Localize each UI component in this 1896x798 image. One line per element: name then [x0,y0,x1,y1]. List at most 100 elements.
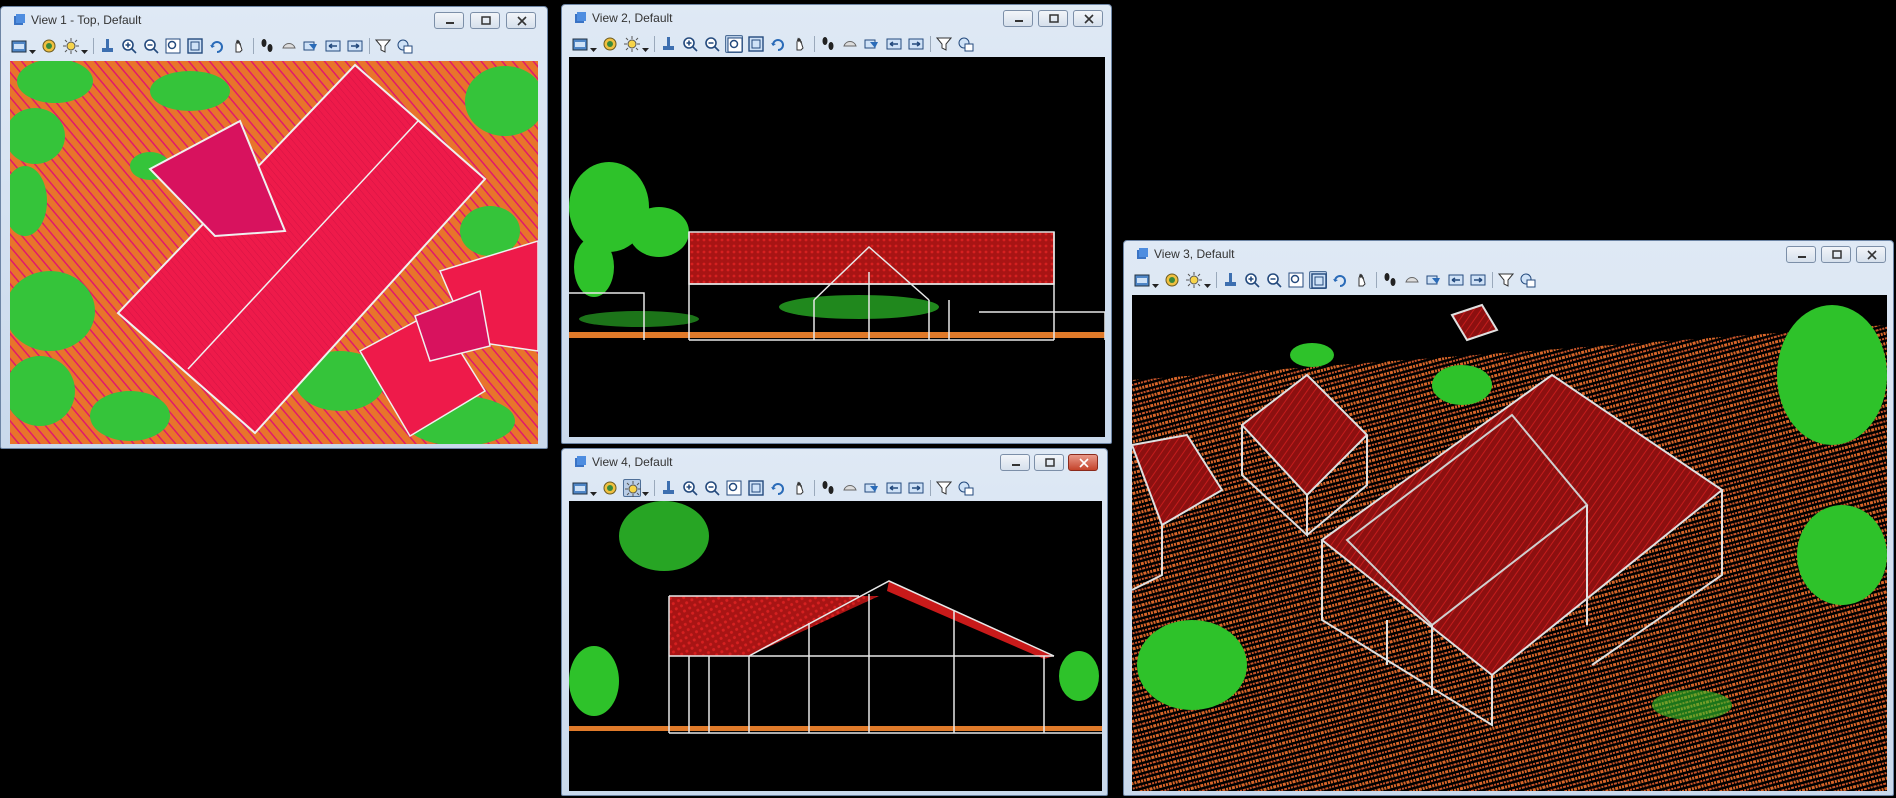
close-button[interactable] [1068,454,1098,471]
window-area-button[interactable] [725,35,743,53]
change-view-perspective-button[interactable] [841,35,859,53]
next-view-button[interactable] [907,35,925,53]
view-display-mode-button[interactable] [601,479,619,497]
view-filter-button[interactable] [374,37,392,55]
view4-viewport[interactable] [569,501,1102,791]
next-view-button[interactable] [907,479,925,497]
view-display-mode-button[interactable] [1163,271,1181,289]
change-view-perspective-button[interactable] [280,37,298,55]
zoom-out-button[interactable] [1265,271,1283,289]
window-area-icon [727,37,743,53]
rotate-view-button[interactable] [769,479,787,497]
previous-view-button[interactable] [1447,271,1465,289]
clip-volume-button[interactable] [1221,271,1239,289]
window-area-button[interactable] [164,37,182,55]
next-view-button[interactable] [346,37,364,55]
change-view-perspective-button[interactable] [841,479,859,497]
zoom-out-button[interactable] [703,35,721,53]
copy-view-button[interactable] [1425,271,1443,289]
minimize-button[interactable] [1003,10,1033,27]
view-filter-button[interactable] [935,35,953,53]
dropdown-arrow-icon[interactable] [29,42,36,54]
pan-view-button[interactable] [791,479,809,497]
zoom-out-button[interactable] [142,37,160,55]
minimize-button[interactable] [1786,246,1816,263]
dropdown-arrow-icon[interactable] [1204,276,1211,288]
walk-button[interactable] [819,479,837,497]
close-button[interactable] [506,12,536,29]
pan-view-button[interactable] [1353,271,1371,289]
view3-titlebar[interactable]: View 3, Default [1124,241,1893,267]
dropdown-arrow-icon[interactable] [590,40,597,52]
zoom-in-button[interactable] [681,479,699,497]
zoom-in-button[interactable] [1243,271,1261,289]
fit-view-button[interactable] [186,37,204,55]
maximize-button[interactable] [1038,10,1068,27]
view-groups-button[interactable] [1519,271,1537,289]
view-filter-icon [375,39,391,53]
view2-viewport[interactable] [569,57,1105,437]
previous-view-button[interactable] [324,37,342,55]
zoom-out-icon [705,37,720,52]
view-attributes-button[interactable] [1133,271,1151,289]
display-style-button[interactable] [1185,271,1203,289]
maximize-button[interactable] [1034,454,1064,471]
walk-button[interactable] [258,37,276,55]
previous-view-button[interactable] [885,479,903,497]
change-view-perspective-button[interactable] [1403,271,1421,289]
copy-view-button[interactable] [863,35,881,53]
fit-view-button[interactable] [1309,271,1327,289]
view-groups-button[interactable] [396,37,414,55]
view-filter-button[interactable] [1497,271,1515,289]
clip-volume-button[interactable] [98,37,116,55]
copy-view-button[interactable] [302,37,320,55]
minimize-button[interactable] [434,12,464,29]
previous-view-button[interactable] [885,35,903,53]
fit-view-button[interactable] [747,479,765,497]
toolbar-separator [930,480,931,496]
clip-volume-button[interactable] [659,479,677,497]
view4-titlebar[interactable]: View 4, Default [562,449,1107,475]
view-attributes-button[interactable] [10,37,28,55]
view2-titlebar[interactable]: View 2, Default [562,5,1111,31]
close-button[interactable] [1073,10,1103,27]
view-filter-button[interactable] [935,479,953,497]
pan-view-button[interactable] [791,35,809,53]
display-style-button[interactable] [623,479,641,497]
view-attributes-button[interactable] [571,479,589,497]
next-view-button[interactable] [1469,271,1487,289]
view-display-mode-button[interactable] [40,37,58,55]
dropdown-arrow-icon[interactable] [642,484,649,496]
pan-view-button[interactable] [230,37,248,55]
walk-button[interactable] [1381,271,1399,289]
fit-view-button[interactable] [747,35,765,53]
minimize-button[interactable] [1000,454,1030,471]
zoom-in-button[interactable] [681,35,699,53]
view-attributes-button[interactable] [571,35,589,53]
view3-viewport[interactable] [1132,295,1887,791]
window-area-button[interactable] [725,479,743,497]
close-button[interactable] [1856,246,1886,263]
clip-volume-button[interactable] [659,35,677,53]
rotate-view-button[interactable] [1331,271,1349,289]
display-style-button[interactable] [623,35,641,53]
copy-view-button[interactable] [863,479,881,497]
view-groups-button[interactable] [957,479,975,497]
maximize-button[interactable] [1821,246,1851,263]
view-display-mode-button[interactable] [601,35,619,53]
view-groups-button[interactable] [957,35,975,53]
dropdown-arrow-icon[interactable] [81,42,88,54]
dropdown-arrow-icon[interactable] [642,40,649,52]
rotate-view-button[interactable] [769,35,787,53]
maximize-button[interactable] [470,12,500,29]
walk-button[interactable] [819,35,837,53]
view1-viewport[interactable] [10,61,538,444]
zoom-out-button[interactable] [703,479,721,497]
rotate-view-button[interactable] [208,37,226,55]
window-area-button[interactable] [1287,271,1305,289]
zoom-in-button[interactable] [120,37,138,55]
dropdown-arrow-icon[interactable] [1152,276,1159,288]
display-style-button[interactable] [62,37,80,55]
dropdown-arrow-icon[interactable] [590,484,597,496]
view1-titlebar[interactable]: View 1 - Top, Default [1,7,547,33]
